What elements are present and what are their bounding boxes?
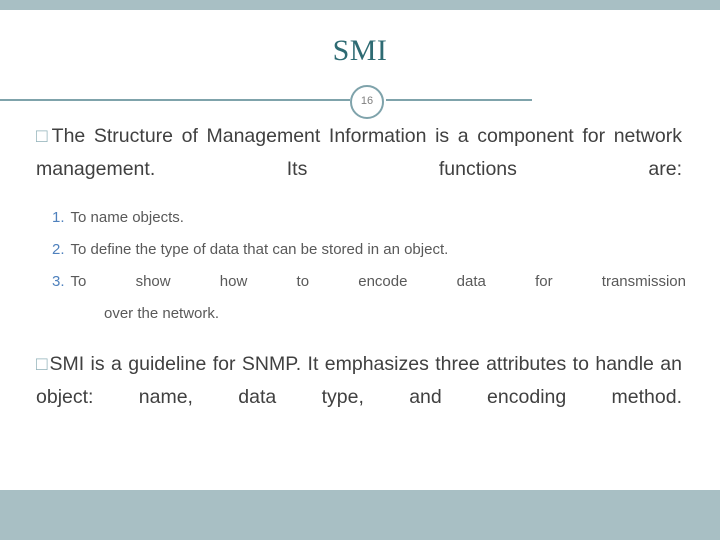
bullet-item-1: □The Structure of Management Information… [36, 120, 682, 186]
slide-number-badge: 16 [350, 85, 384, 119]
sub-list-item-3-number: 3. [52, 273, 65, 290]
sub-list-item-3-continuation: over the network. [104, 305, 220, 322]
sub-list-item-2-text: To define the type of data that can be s… [70, 241, 449, 258]
slide: SMI 16 □The Structure of Management Info… [0, 0, 720, 540]
header-rule-left [0, 99, 350, 101]
bullet-item-2-text: SMI is a guideline for SNMP. It emphasiz… [36, 353, 682, 408]
sub-list-item-1: 1. To name objects. [52, 202, 686, 234]
sub-list: 1. To name objects. 2. To define the type … [0, 202, 720, 330]
bottom-color-band [0, 490, 720, 540]
slide-content: □The Structure of Management Information… [0, 120, 720, 414]
sub-list-item-1-text: To name objects. [70, 209, 184, 226]
top-color-band [0, 0, 720, 10]
bullet-item-2: □SMI is a guideline for SNMP. It emphasi… [36, 348, 682, 414]
sub-list-item-3: 3. To show how to encode data for transmi… [52, 266, 686, 298]
sub-list-item-1-number: 1. [52, 209, 65, 226]
sub-list-item-2-number: 2. [52, 241, 65, 258]
page-title: SMI [332, 34, 388, 67]
sub-list-item-2: 2. To define the type of data that can be… [52, 234, 686, 266]
sub-list-item-3-text: To show how to encode data for transmiss… [70, 273, 686, 290]
bullet-square-icon: □ [36, 126, 51, 147]
bullet-item-1-text: The Structure of Management Information … [36, 125, 682, 180]
bullet-square-icon-2: □ [36, 354, 49, 375]
header-rule-right [386, 99, 532, 101]
